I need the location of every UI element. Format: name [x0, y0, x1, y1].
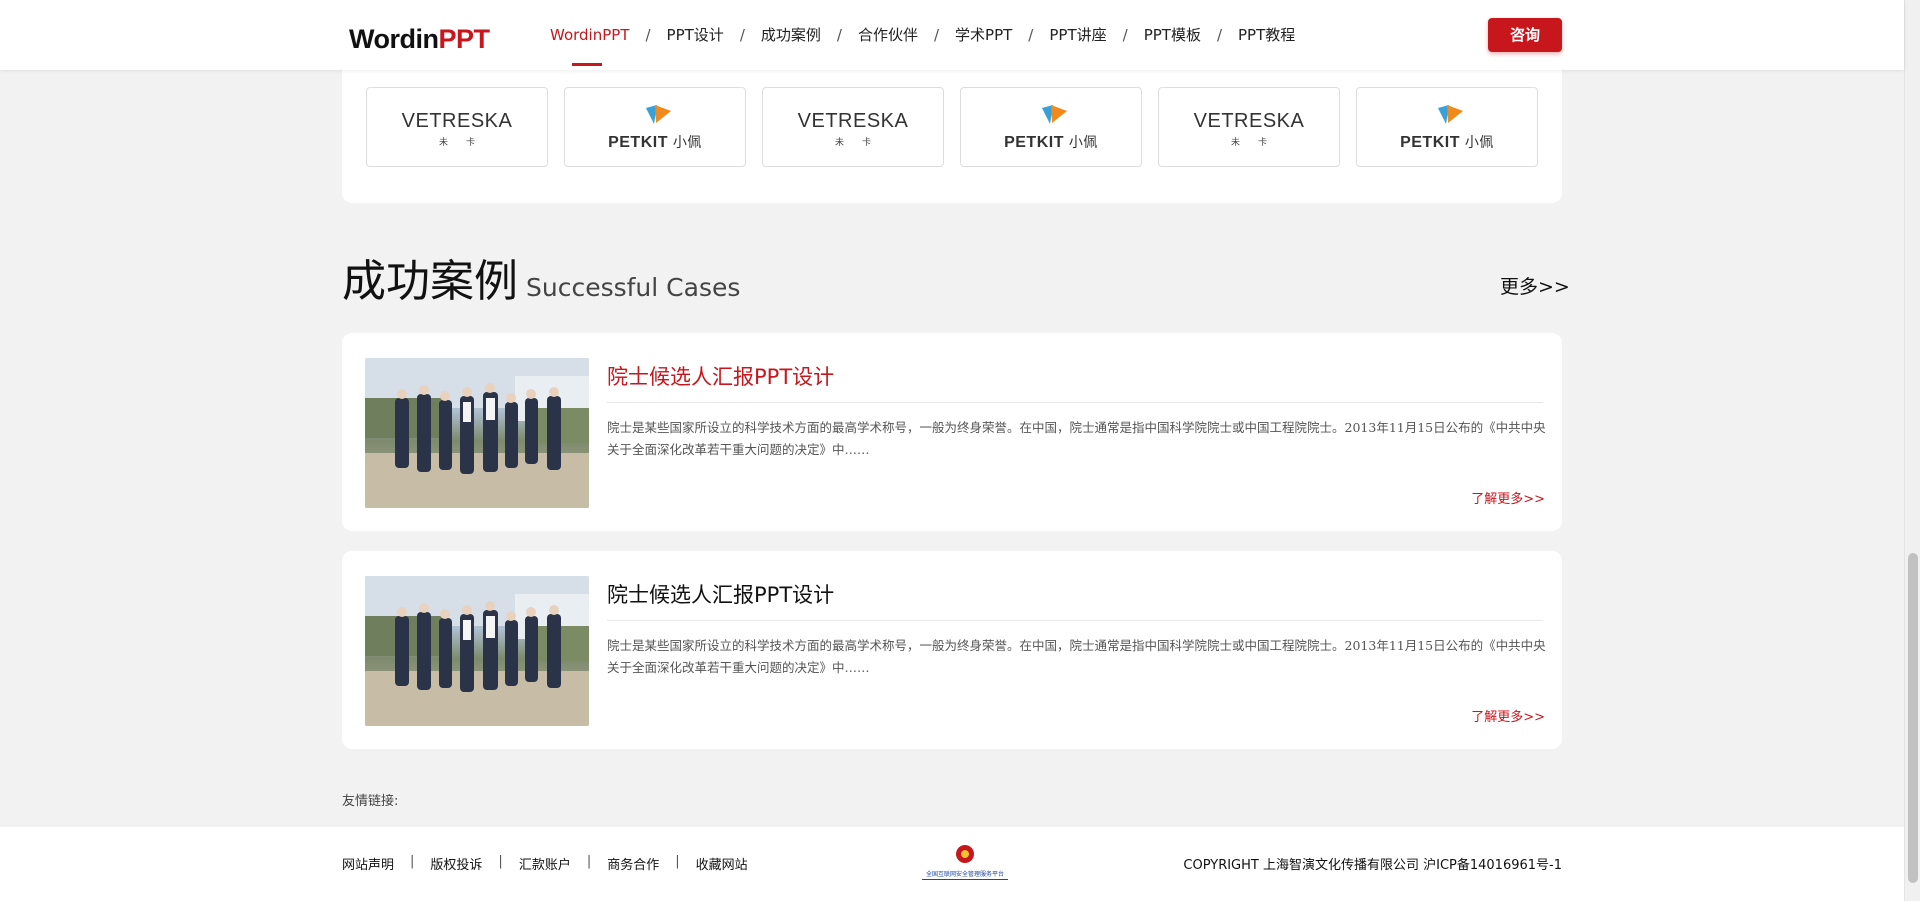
footer-separator: |	[675, 854, 680, 869]
nav-item[interactable]: PPT设计	[651, 0, 740, 70]
petkit-cn: 小佩	[1464, 134, 1494, 150]
wordinppt-logo[interactable]: WordinPPT	[349, 16, 490, 56]
partner-logo-petkit[interactable]: PETKIT 小佩	[564, 87, 746, 167]
petkit-icon	[1438, 105, 1463, 124]
top-navbar: WordinPPT WordinPPT / PPT设计 / 成功案例 / 合作伙伴 / 学术PP…	[0, 0, 1904, 70]
partner-logo-vetreska[interactable]: VETRESKA 未卡	[366, 87, 548, 167]
partner-logo-petkit[interactable]: PETKIT 小佩	[960, 87, 1142, 167]
petkit-wordmark: PETKIT 小佩	[1357, 132, 1537, 152]
footer-link[interactable]: 网站声明	[342, 854, 394, 873]
footer-separator: |	[410, 854, 415, 869]
case-photo-people	[365, 576, 589, 726]
consult-button[interactable]: 咨询	[1488, 18, 1562, 52]
petkit-name: PETKIT	[608, 134, 668, 151]
case-thumbnail[interactable]	[365, 576, 589, 726]
nav-item[interactable]: PPT教程	[1222, 0, 1311, 70]
petkit-wordmark: PETKIT 小佩	[565, 132, 745, 152]
vetreska-wordmark: VETRESKA	[797, 110, 909, 132]
footer-link[interactable]: 收藏网站	[696, 854, 748, 873]
partner-logo-vetreska[interactable]: VETRESKA 未卡	[1158, 87, 1340, 167]
case-thumbnail[interactable]	[365, 358, 589, 508]
footer-links: 网站声明 | 版权投诉 | 汇款账户 | 商务合作 | 收藏网站	[342, 854, 748, 873]
section-title-en: Successful Cases	[526, 273, 741, 302]
logo-word: Wordin	[349, 24, 439, 54]
footer-link[interactable]: 版权投诉	[430, 854, 482, 873]
copyright: COPYRIGHT 上海智演文化传播有限公司 沪ICP备14016961号-1	[1183, 858, 1562, 873]
vetreska-wordmark: VETRESKA	[1193, 110, 1305, 132]
footer-link[interactable]: 汇款账户	[519, 854, 571, 873]
footer-link[interactable]: 商务合作	[607, 854, 659, 873]
petkit-icon	[646, 105, 671, 124]
vetreska-wordmark: VETRESKA	[401, 110, 513, 132]
nav-item[interactable]: PPT模板	[1128, 0, 1217, 70]
case-divider	[607, 620, 1543, 621]
partner-logos-panel: VETRESKA 未卡 PETKIT 小佩 VETRESKA 未卡 PETKIT 小佩 VE…	[342, 60, 1562, 203]
petkit-name: PETKIT	[1004, 134, 1064, 151]
security-badge[interactable]: 全国互联网安全管理服务平台	[922, 845, 1008, 889]
case-title[interactable]: 院士候选人汇报PPT设计	[607, 579, 834, 609]
footer-separator: |	[498, 854, 503, 869]
partner-logo-petkit[interactable]: PETKIT 小佩	[1356, 87, 1538, 167]
scrollbar-thumb[interactable]	[1908, 553, 1918, 883]
vetreska-subtitle: 未卡	[438, 138, 493, 148]
nav-item[interactable]: 成功案例	[745, 0, 837, 70]
nav-item[interactable]: PPT讲座	[1033, 0, 1122, 70]
case-title[interactable]: 院士候选人汇报PPT设计	[607, 361, 834, 391]
case-description: 院士是某些国家所设立的科学技术方面的最高学术称号，一般为终身荣誉。在中国，院士通…	[607, 638, 1546, 675]
petkit-name: PETKIT	[1400, 134, 1460, 151]
case-description: 院士是某些国家所设立的科学技术方面的最高学术称号，一般为终身荣誉。在中国，院士通…	[607, 420, 1546, 457]
nav-item[interactable]: 学术PPT	[939, 0, 1028, 70]
learn-more-link[interactable]: 了解更多>>	[1471, 488, 1545, 507]
friend-links-label: 友情链接:	[342, 794, 399, 809]
learn-more-link[interactable]: 了解更多>>	[1471, 706, 1545, 725]
more-cases-link[interactable]: 更多>>	[1500, 272, 1570, 299]
nav-item[interactable]: 合作伙伴	[842, 0, 934, 70]
footer-separator: |	[586, 854, 592, 869]
case-card[interactable]: 院士候选人汇报PPT设计院士是某些国家所设立的科学技术方面的最高学术称号，一般为…	[342, 551, 1562, 749]
footer: 网站声明 | 版权投诉 | 汇款账户 | 商务合作 | 收藏网站 全国互联网安全管理服务平台 C…	[0, 827, 1904, 901]
petkit-cn: 小佩	[1068, 134, 1098, 150]
police-emblem-icon	[956, 845, 974, 863]
vetreska-subtitle: 未卡	[834, 138, 889, 148]
section-title: 成功案例 Successful Cases	[342, 245, 741, 307]
case-card[interactable]: 院士候选人汇报PPT设计院士是某些国家所设立的科学技术方面的最高学术称号，一般为…	[342, 333, 1562, 531]
main-nav: WordinPPT / PPT设计 / 成功案例 / 合作伙伴 / 学术PPT / PPT讲座 / PP…	[534, 0, 1311, 70]
case-photo-people	[365, 358, 589, 508]
page-scrollbar[interactable]	[1904, 0, 1920, 901]
logo-ppt: PPT	[438, 24, 490, 54]
logo-wordmark: WordinPPT	[349, 25, 490, 53]
case-divider	[607, 402, 1543, 403]
vetreska-subtitle: 未卡	[1230, 138, 1285, 148]
nav-item[interactable]: WordinPPT	[534, 0, 645, 70]
security-badge-text: 全国互联网安全管理服务平台	[922, 869, 1008, 880]
section-title-cn: 成功案例	[342, 256, 518, 307]
petkit-icon	[1042, 105, 1067, 124]
petkit-cn: 小佩	[672, 134, 702, 150]
partner-logo-vetreska[interactable]: VETRESKA 未卡	[762, 87, 944, 167]
petkit-wordmark: PETKIT 小佩	[961, 132, 1141, 152]
